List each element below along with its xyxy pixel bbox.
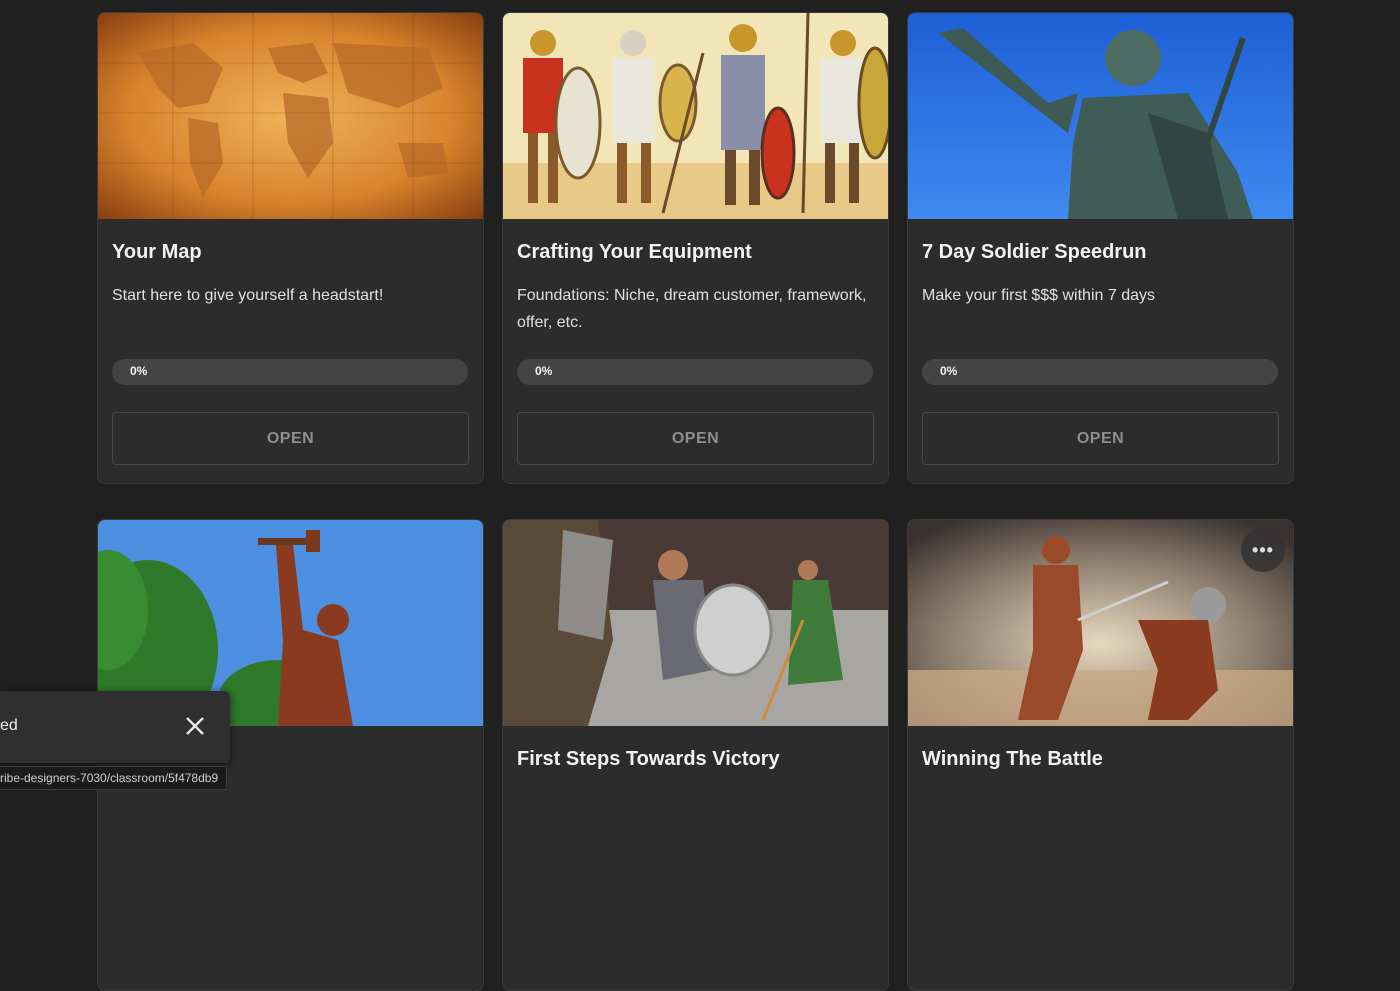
course-thumbnail[interactable] <box>908 13 1293 219</box>
course-description: Foundations: Niche, dream customer, fram… <box>517 287 867 331</box>
progress-label: 0% <box>130 364 148 378</box>
course-thumbnail[interactable] <box>908 520 1293 726</box>
snackbar-notification: ed <box>0 691 230 763</box>
course-title: Winning The Battle <box>922 748 1103 770</box>
course-description: Make your first $$$ within 7 days <box>922 287 1155 304</box>
close-icon[interactable] <box>178 709 212 743</box>
course-title: First Steps Towards Victory <box>517 748 780 770</box>
course-description: Start here to give yourself a headstart! <box>112 287 384 304</box>
progress-label: 0% <box>940 364 958 378</box>
course-thumbnail[interactable] <box>503 13 888 219</box>
more-options-button[interactable]: ••• <box>1241 528 1285 572</box>
course-title: Crafting Your Equipment <box>517 241 752 263</box>
progress-bar: 0% <box>112 359 468 385</box>
more-options-icon: ••• <box>1252 539 1274 560</box>
course-title: Your Map <box>112 241 202 263</box>
progress-label: 0% <box>535 364 553 378</box>
course-card-winning-battle[interactable]: ••• Winning The Battle <box>907 519 1294 991</box>
course-thumbnail[interactable] <box>503 520 888 726</box>
open-button[interactable]: OPEN <box>112 412 469 465</box>
progress-bar: 0% <box>517 359 873 385</box>
course-thumbnail[interactable] <box>98 13 483 219</box>
course-card-7-day-speedrun[interactable]: 7 Day Soldier Speedrun Make your first $… <box>907 12 1294 484</box>
snackbar-text: ed <box>0 717 18 734</box>
open-button[interactable]: OPEN <box>922 412 1279 465</box>
progress-bar: 0% <box>922 359 1278 385</box>
course-title: 7 Day Soldier Speedrun <box>922 241 1147 263</box>
status-bar-url: ribe-designers-7030/classroom/5f478db9 <box>0 766 228 790</box>
open-button[interactable]: OPEN <box>517 412 874 465</box>
course-card-first-steps[interactable]: First Steps Towards Victory <box>502 519 889 991</box>
course-card-your-map[interactable]: Your Map Start here to give yourself a h… <box>97 12 484 484</box>
course-card-crafting-equipment[interactable]: Crafting Your Equipment Foundations: Nic… <box>502 12 889 484</box>
